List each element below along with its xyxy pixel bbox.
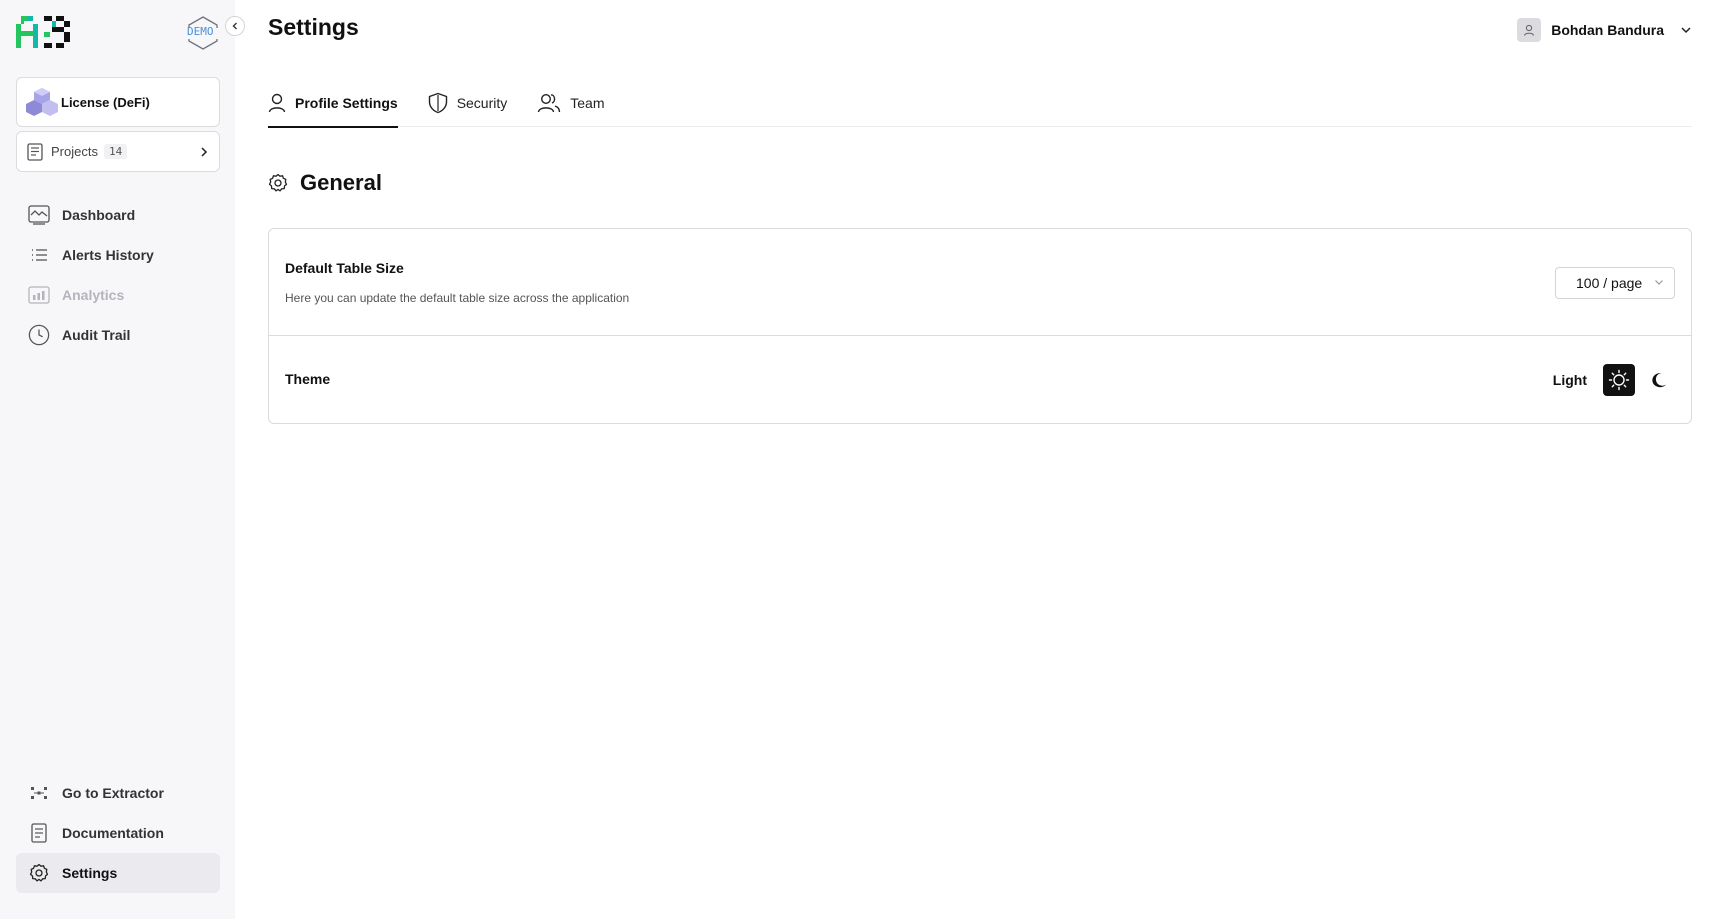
sidebar-nav-main: Dashboard Alerts History Analytics Audit… <box>16 195 220 355</box>
section-title: General <box>300 170 382 195</box>
projects-selector[interactable]: Projects 14 <box>16 131 220 172</box>
projects-label: Projects <box>51 144 98 159</box>
chevron-down-icon <box>1655 280 1663 285</box>
tab-label: Security <box>456 94 508 111</box>
chevron-right-icon <box>201 146 208 157</box>
sidebar-item-alerts-history[interactable]: Alerts History <box>16 235 220 275</box>
demo-badge-label: DEMO <box>187 25 214 38</box>
theme-toggle: Light <box>1553 364 1675 396</box>
collapse-sidebar-button[interactable] <box>225 16 245 36</box>
projects-count-badge: 14 <box>103 144 128 159</box>
cubes-icon <box>26 88 58 116</box>
sidebar-item-documentation[interactable]: Documentation <box>16 813 220 853</box>
sidebar: DEMO License (DeFi) Projects 14 Dashboar… <box>0 0 245 919</box>
tab-label: Profile Settings <box>295 94 398 111</box>
sidebar-item-label: Audit Trail <box>62 327 131 343</box>
general-settings-card: Default Table Size Here you can update t… <box>268 228 1692 424</box>
document-icon <box>28 822 50 844</box>
sidebar-item-audit-trail[interactable]: Audit Trail <box>16 315 220 355</box>
user-icon <box>268 93 286 112</box>
user-name: Bohdan Bandura <box>1551 22 1664 38</box>
document-icon <box>27 142 43 161</box>
dark-theme-button[interactable] <box>1643 364 1675 396</box>
table-size-value: 100 / page <box>1576 275 1643 291</box>
license-label: License (DeFi) <box>61 94 150 110</box>
license-selector[interactable]: License (DeFi) <box>16 77 220 127</box>
sidebar-item-dashboard[interactable]: Dashboard <box>16 195 220 235</box>
table-size-description: Here you can update the default table si… <box>285 291 630 305</box>
sidebar-item-label: Alerts History <box>62 247 154 263</box>
chevron-left-icon <box>232 22 237 30</box>
chevron-down-icon <box>1681 27 1691 34</box>
sun-icon <box>1608 369 1630 391</box>
theme-row: Theme Light <box>269 337 1691 424</box>
sidebar-item-go-to-extractor[interactable]: Go to Extractor <box>16 773 220 813</box>
tab-profile-settings[interactable]: Profile Settings <box>268 84 398 128</box>
sidebar-nav-footer: Go to Extractor Documentation Settings <box>16 773 220 893</box>
table-size-title: Default Table Size <box>285 260 404 276</box>
theme-value: Light <box>1552 372 1587 388</box>
tab-label: Team <box>570 94 605 111</box>
brand-logo[interactable] <box>16 16 74 53</box>
general-section-heading: General <box>268 170 382 196</box>
moon-icon <box>1652 372 1666 388</box>
gear-icon <box>268 173 288 192</box>
sidebar-item-label: Documentation <box>62 825 164 841</box>
tab-team[interactable]: Team <box>537 84 605 127</box>
user-menu[interactable]: Bohdan Bandura <box>1517 18 1692 42</box>
sidebar-item-label: Analytics <box>62 287 125 303</box>
chart-board-icon <box>28 204 50 226</box>
app-root: DEMO License (DeFi) Projects 14 Dashboar… <box>0 0 1710 919</box>
settings-tabs: Profile Settings Security Team <box>268 84 1692 128</box>
shield-icon <box>428 92 447 113</box>
theme-title: Theme <box>285 371 331 387</box>
sidebar-item-analytics[interactable]: Analytics <box>16 275 220 315</box>
nodes-icon <box>28 782 50 804</box>
clock-icon <box>28 324 50 346</box>
gear-icon <box>28 862 50 884</box>
tab-security[interactable]: Security <box>428 84 508 127</box>
sidebar-item-settings[interactable]: Settings <box>16 853 220 893</box>
team-icon <box>538 93 561 112</box>
main-content: Settings Bohdan Bandura Profile Settings <box>268 0 1692 919</box>
sidebar-item-label: Settings <box>62 865 118 881</box>
user-icon <box>1524 24 1535 36</box>
table-size-row: Default Table Size Here you can update t… <box>269 229 1691 336</box>
light-theme-button[interactable] <box>1603 364 1635 396</box>
list-icon <box>28 244 50 266</box>
page-title: Settings <box>268 14 359 40</box>
bar-chart-icon <box>28 284 50 306</box>
table-size-select[interactable]: 100 / page <box>1555 267 1675 299</box>
sidebar-item-label: Dashboard <box>62 207 136 223</box>
demo-badge: DEMO <box>186 15 220 56</box>
avatar <box>1517 18 1542 42</box>
sidebar-item-label: Go to Extractor <box>62 785 164 801</box>
